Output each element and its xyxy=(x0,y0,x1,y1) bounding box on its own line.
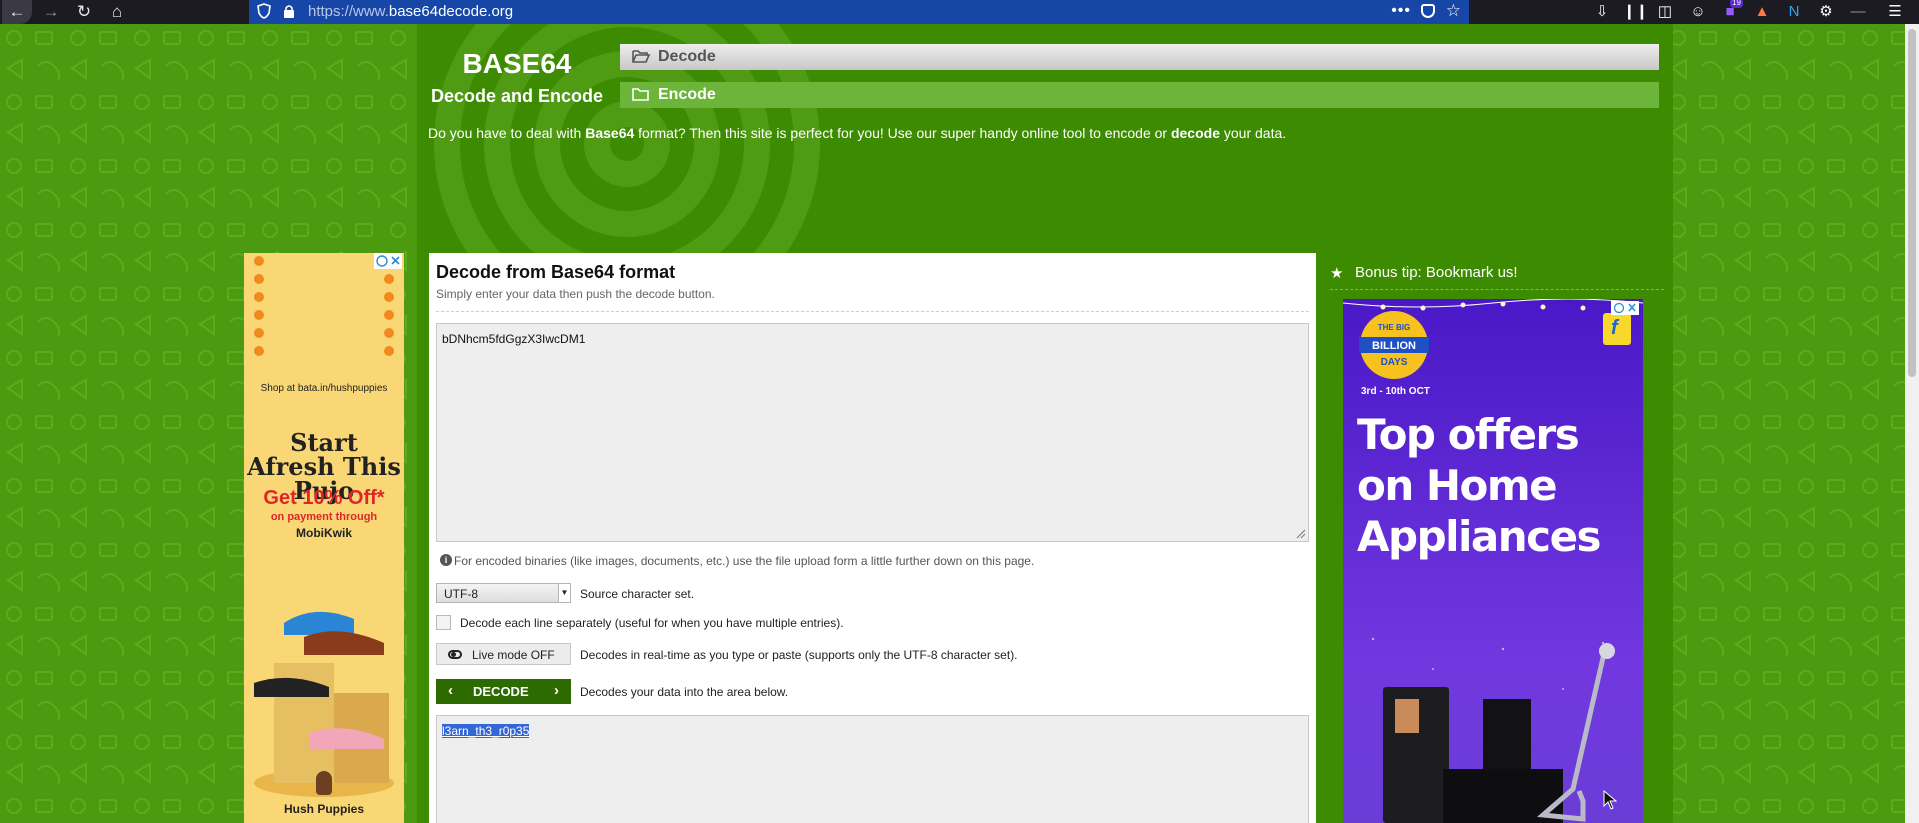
sale-dates: 3rd - 10th OCT xyxy=(1361,386,1430,397)
lock-icon[interactable] xyxy=(283,4,295,19)
ad-offer: Get 10% Off* xyxy=(263,487,385,509)
address-bar[interactable]: https://www.base64decode.org ••• ☆ xyxy=(249,0,1469,24)
intro-text: Do you have to deal with Base64 format? … xyxy=(428,125,1287,141)
folder-open-icon xyxy=(632,50,650,63)
ad-headline: Top offers on Home Appliances xyxy=(1357,410,1602,561)
scrollbar-thumb[interactable] xyxy=(1908,29,1916,377)
chevron-left-icon: ‹ xyxy=(448,682,453,699)
svg-text:DAYS: DAYS xyxy=(1381,357,1408,368)
mouse-cursor-icon xyxy=(1603,790,1617,810)
binary-hint: For encoded binaries (like images, docum… xyxy=(454,554,1035,568)
ad-shop-text: Shop at bata.in/hushpuppies xyxy=(260,383,388,394)
resize-handle-icon[interactable] xyxy=(1296,529,1306,539)
decode-panel: Decode from Base64 format Simply enter y… xyxy=(429,253,1316,823)
logo-subtitle: Decode and Encode xyxy=(430,86,604,106)
bookmark-star-icon[interactable]: ☆ xyxy=(1446,0,1461,22)
star-icon: ★ xyxy=(1330,265,1344,282)
extension-gear-icon[interactable]: ⚙ xyxy=(1816,2,1836,22)
charset-value: UTF-8 xyxy=(444,587,478,601)
menu-item-label: Decode xyxy=(658,48,716,65)
library-icon[interactable]: ❙❙ xyxy=(1623,2,1648,22)
output-text: l3arn_th3_r0p35 xyxy=(442,724,530,738)
info-icon: i xyxy=(440,554,452,566)
decode-button[interactable]: ‹ DECODE › xyxy=(436,679,571,704)
input-text: bDNhcm5fdGgzX3IwcDM1 xyxy=(442,332,586,346)
right-advertisement[interactable]: THE BIG BILLION DAYS 3rd - 10th OCT Top … xyxy=(1343,299,1643,823)
decoded-output-textarea[interactable]: l3arn_th3_r0p35 xyxy=(436,715,1309,823)
ad-choices-close-icon[interactable] xyxy=(374,253,402,269)
decode-description: Decodes your data into the area below. xyxy=(580,685,789,699)
page-actions-icon[interactable]: ••• xyxy=(1391,0,1411,22)
logo-title[interactable]: BASE64 xyxy=(417,48,617,80)
each-line-checkbox[interactable] xyxy=(436,615,451,630)
charset-label: Source character set. xyxy=(580,587,695,601)
live-mode-description: Decodes in real-time as you type or past… xyxy=(580,648,1018,662)
garland-decoration xyxy=(254,256,264,356)
url-text: https://www.base64decode.org xyxy=(308,3,514,20)
hush-puppies-dog-logo xyxy=(316,771,332,795)
each-line-label[interactable]: Decode each line separately (useful for … xyxy=(460,616,844,630)
tracking-shield-icon[interactable] xyxy=(257,3,271,19)
extension-n-icon[interactable]: N xyxy=(1784,2,1804,22)
svg-text:THE BIG: THE BIG xyxy=(1378,323,1410,332)
page-title: Decode from Base64 format xyxy=(436,262,676,282)
browser-toolbar: ← → ↻ ⌂ https://www.base64decode.org •••… xyxy=(0,0,1919,24)
menu-item-decode[interactable]: Decode xyxy=(620,44,1659,70)
sidebar-icon[interactable]: ◫ xyxy=(1655,2,1675,22)
big-billion-days-badge: THE BIG BILLION DAYS xyxy=(1359,311,1429,379)
page-subtitle: Simply enter your data then push the dec… xyxy=(436,287,715,301)
left-advertisement[interactable]: Shop at bata.in/hushpuppies Start Afresh… xyxy=(244,253,404,823)
base64-input-textarea[interactable]: bDNhcm5fdGgzX3IwcDM1 xyxy=(436,323,1309,542)
forward-arrow-icon[interactable]: → xyxy=(36,0,66,24)
dropdown-arrow-icon[interactable]: ▼ xyxy=(558,584,570,602)
page-scrollbar[interactable] xyxy=(1905,24,1919,823)
reload-icon[interactable]: ↻ xyxy=(69,0,99,24)
ad-payment-text: on payment through xyxy=(270,511,378,523)
charset-select[interactable]: UTF-8 ▼ xyxy=(436,583,571,603)
home-icon[interactable]: ⌂ xyxy=(102,0,132,24)
downloads-icon[interactable]: ⇩ xyxy=(1592,2,1612,22)
flipkart-logo xyxy=(1603,313,1631,345)
folder-icon xyxy=(632,88,649,101)
bonus-tip-text: Bonus tip: Bookmark us! xyxy=(1355,264,1518,281)
live-mode-label: Live mode OFF xyxy=(472,648,555,662)
extension-fox-icon[interactable]: ▲ xyxy=(1752,2,1772,22)
ad-wallet-logo: MobiKwik xyxy=(296,526,352,540)
ad-choices-close-icon[interactable] xyxy=(1611,301,1639,315)
garland-decoration xyxy=(384,256,394,356)
account-icon[interactable]: ☺ xyxy=(1688,2,1708,22)
divider xyxy=(436,311,1309,312)
live-mode-toggle[interactable]: Live mode OFF xyxy=(436,643,571,665)
divider xyxy=(1330,289,1664,290)
chevron-right-icon: › xyxy=(554,682,559,699)
menu-item-encode[interactable]: Encode xyxy=(620,82,1659,108)
overflow-icon[interactable]: — xyxy=(1848,2,1868,22)
ad-brand: Hush Puppies xyxy=(283,802,364,816)
decode-button-label: DECODE xyxy=(473,684,529,699)
home-appliances-image xyxy=(1371,637,1615,823)
back-arrow-icon[interactable]: ← xyxy=(2,0,32,24)
pocket-icon[interactable] xyxy=(1421,4,1435,18)
menu-icon[interactable]: ☰ xyxy=(1885,2,1905,22)
extension-badge-icon[interactable]: ■ 19 xyxy=(1720,0,1743,22)
svg-text:BILLION: BILLION xyxy=(1372,340,1416,352)
toggle-icon xyxy=(448,650,462,659)
menu-item-label: Encode xyxy=(658,86,716,103)
